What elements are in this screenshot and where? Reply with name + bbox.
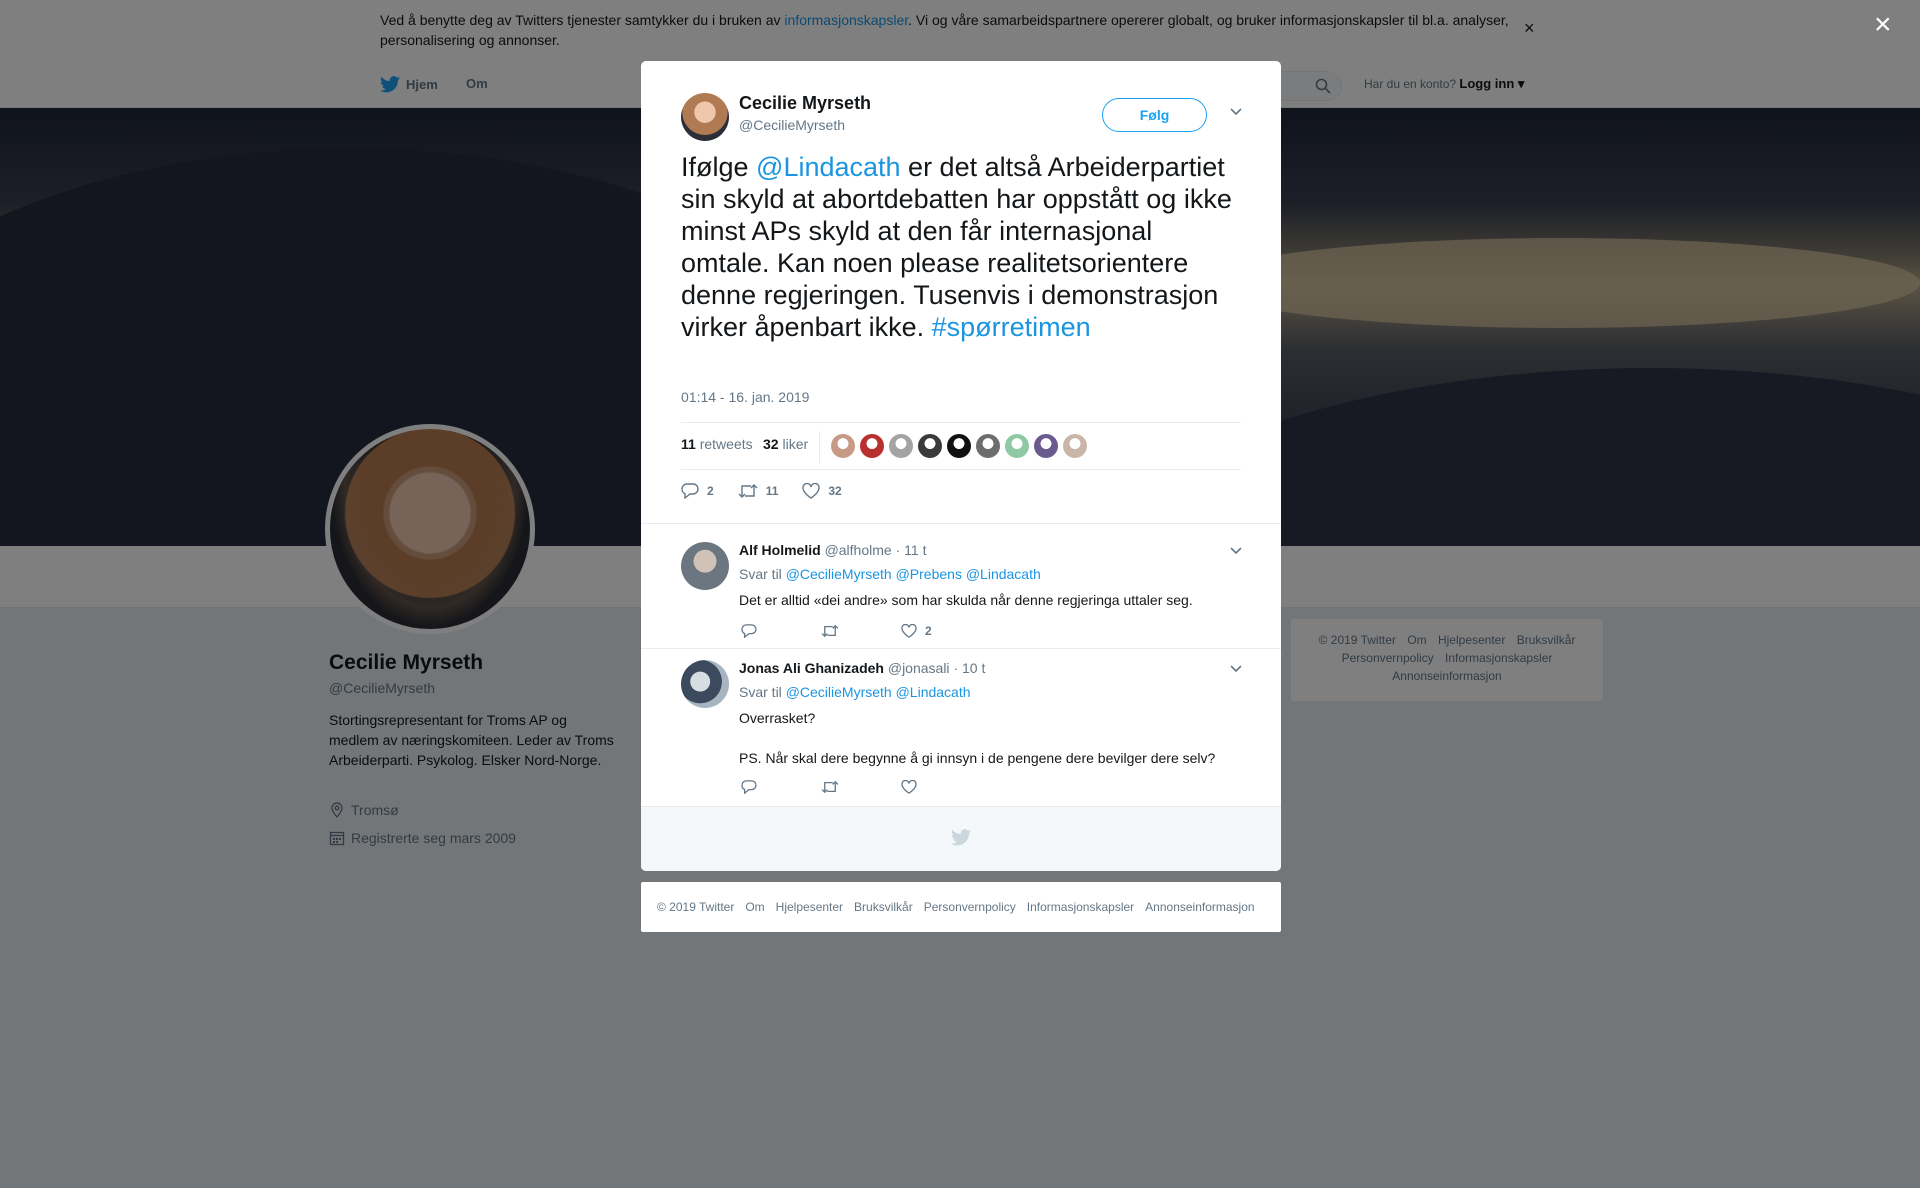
chevron-down-icon[interactable] (1229, 107, 1243, 117)
footer-copyright: © 2019 Twitter (657, 900, 735, 914)
reply-author-handle[interactable]: @alfholme (825, 542, 892, 558)
twitter-bird-icon (951, 829, 971, 846)
reply-time[interactable]: · 11 t (896, 542, 927, 558)
liker-avatar[interactable] (1063, 434, 1087, 458)
retweet-button[interactable] (821, 780, 901, 794)
liker-avatar[interactable] (976, 434, 1000, 458)
retweet-icon (821, 624, 839, 638)
liker-avatar[interactable] (860, 434, 884, 458)
reply-time[interactable]: · 10 t (953, 660, 985, 676)
liker-avatar[interactable] (1034, 434, 1058, 458)
mention-link[interactable]: @Prebens (896, 566, 962, 582)
reply-tweet[interactable]: Jonas Ali Ghanizadeh @jonasali · 10 t Sv… (641, 660, 1281, 800)
reply-author-handle[interactable]: @jonasali (888, 660, 950, 676)
liker-avatar[interactable] (947, 434, 971, 458)
heart-icon (901, 780, 917, 794)
hashtag-link[interactable]: #spørretimen (932, 312, 1091, 342)
likes-stat[interactable]: 32 liker (763, 436, 808, 452)
modal-footer (641, 806, 1281, 871)
retweet-button[interactable]: 11 (738, 483, 778, 499)
like-button[interactable]: 32 (802, 483, 842, 499)
author-name[interactable]: Cecilie Myrseth (739, 93, 871, 114)
reply-button[interactable] (741, 624, 821, 638)
reply-avatar[interactable] (681, 660, 729, 708)
retweet-icon (738, 484, 758, 498)
author-handle[interactable]: @CecilieMyrseth (739, 117, 845, 133)
reply-button[interactable]: 2 (681, 483, 714, 499)
close-modal-icon[interactable]: × (1874, 10, 1892, 40)
reply-actions (741, 780, 981, 794)
reply-avatar[interactable] (681, 542, 729, 590)
like-button[interactable]: 2 (901, 624, 981, 638)
tweet-stats: 11 retweets 32 liker (681, 422, 1241, 470)
chevron-down-icon[interactable] (1229, 664, 1243, 674)
tweet-actions: 2 11 32 (681, 483, 866, 499)
liker-avatar[interactable] (831, 434, 855, 458)
footer-link[interactable]: Annonseinformasjon (1145, 900, 1254, 914)
mention-link[interactable]: @Lindacath (756, 152, 901, 182)
mention-link[interactable]: @CecilieMyrseth (786, 684, 892, 700)
tweet-timestamp[interactable]: 01:14 - 16. jan. 2019 (681, 389, 809, 405)
liker-avatars (831, 434, 1087, 458)
like-button[interactable] (901, 780, 981, 794)
mention-link[interactable]: @Lindacath (966, 566, 1041, 582)
reply-tweet[interactable]: Alf Holmelid @alfholme · 11 t Svar til @… (641, 542, 1281, 652)
reply-to: Svar til @CecilieMyrseth @Lindacath (739, 684, 971, 700)
mention-link[interactable]: @CecilieMyrseth (786, 566, 892, 582)
footer-link[interactable]: Informasjonskapsler (1027, 900, 1134, 914)
liker-avatar[interactable] (889, 434, 913, 458)
reply-icon (741, 624, 757, 638)
footer-link[interactable]: Hjelpesenter (776, 900, 843, 914)
reply-author-name[interactable]: Jonas Ali Ghanizadeh (739, 660, 884, 676)
reply-author-name[interactable]: Alf Holmelid (739, 542, 821, 558)
tweet-modal: Cecilie Myrseth @CecilieMyrseth Følg Ifø… (641, 61, 1281, 871)
liker-avatar[interactable] (918, 434, 942, 458)
reply-icon (741, 780, 757, 794)
footer-link[interactable]: Personvernpolicy (924, 900, 1016, 914)
reply-header: Alf Holmelid @alfholme · 11 t (739, 542, 926, 558)
retweet-icon (821, 780, 839, 794)
reply-text: Det er alltid «dei andre» som har skulda… (739, 592, 1193, 608)
reply-header: Jonas Ali Ghanizadeh @jonasali · 10 t (739, 660, 985, 676)
retweets-stat[interactable]: 11 retweets (681, 436, 753, 452)
footer-link[interactable]: Om (745, 900, 764, 914)
reply-to: Svar til @CecilieMyrseth @Prebens @Linda… (739, 566, 1041, 582)
heart-icon (901, 624, 917, 638)
retweet-button[interactable] (821, 624, 901, 638)
follow-button[interactable]: Følg (1102, 98, 1207, 132)
chevron-down-icon[interactable] (1229, 546, 1243, 556)
mention-link[interactable]: @Lindacath (896, 684, 971, 700)
heart-icon (802, 483, 821, 499)
reply-text: Overrasket? PS. Når skal dere begynne å … (739, 710, 1216, 766)
liker-avatar[interactable] (1005, 434, 1029, 458)
reply-icon (681, 483, 699, 499)
tweet-text: Ifølge @Lindacath er det altså Arbeiderp… (681, 152, 1232, 342)
modal-footer-links: © 2019 Twitter Om Hjelpesenter Bruksvilk… (641, 882, 1281, 932)
reply-actions: 2 (741, 624, 981, 638)
author-avatar[interactable] (681, 93, 729, 141)
reply-button[interactable] (741, 780, 821, 794)
footer-link[interactable]: Bruksvilkår (854, 900, 913, 914)
